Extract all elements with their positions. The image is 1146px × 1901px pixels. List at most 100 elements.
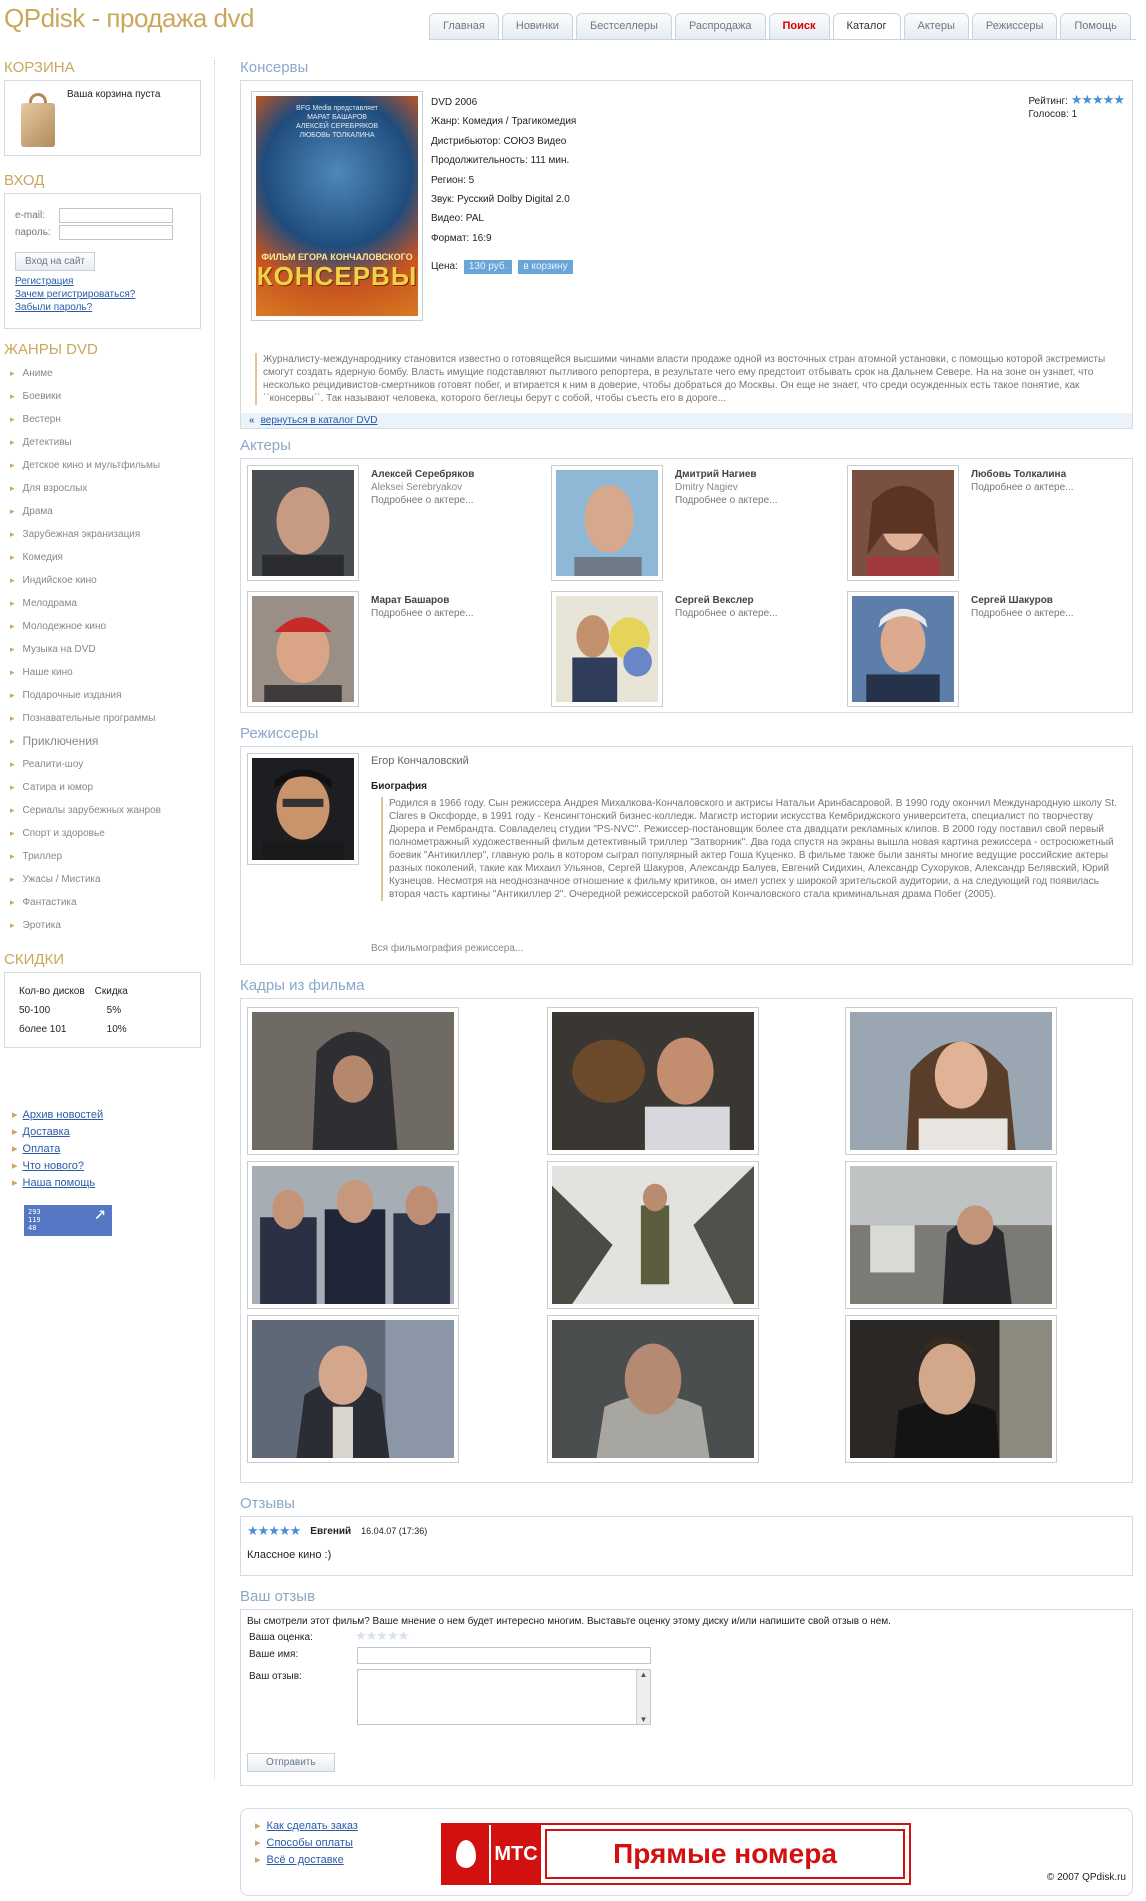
filmography-link[interactable]: Вся фильмография режиссера... [371, 943, 523, 954]
why-register-link[interactable]: Зачем регистрироваться? [15, 288, 192, 301]
register-link[interactable]: Регистрация [15, 275, 192, 288]
actor-name[interactable]: Сергей Шакуров [971, 595, 1053, 607]
genre-item[interactable]: ▸ Боевики [10, 385, 205, 408]
actor-name[interactable]: Дмитрий Нагиев [675, 469, 757, 481]
still-image [850, 1012, 1052, 1150]
login-button[interactable]: Вход на сайт [15, 252, 95, 271]
tab-search[interactable]: Поиск [768, 13, 830, 39]
visitor-counter[interactable]: 293 119 48 ↗ [24, 1202, 112, 1236]
actor-name[interactable]: Марат Башаров [371, 595, 449, 607]
actor-card[interactable]: Марат Башаров Подробнее о актере... [247, 591, 547, 707]
whats-new-link[interactable]: Что нового? [23, 1160, 84, 1172]
genre-item[interactable]: ▸ Наше кино [10, 661, 205, 684]
mts-banner[interactable]: МТС Прямые номера [441, 1823, 911, 1885]
genre-item[interactable]: ▸ Триллер [10, 845, 205, 868]
genre-item[interactable]: ▸ Индийское кино [10, 569, 205, 592]
genre-item[interactable]: ▸ Детективы [10, 431, 205, 454]
info-line: Жанр: Комедия / Трагикомедия [431, 116, 577, 128]
film-still[interactable] [547, 1315, 759, 1463]
password-field[interactable] [59, 225, 173, 240]
film-still[interactable] [547, 1161, 759, 1309]
payment-link[interactable]: Оплата [23, 1143, 61, 1155]
actor-card[interactable]: Дмитрий Нагиев Dmitry Nagiev Подробнее о… [551, 465, 851, 581]
name-input[interactable] [357, 1647, 651, 1664]
genre-item[interactable]: ▸ Для взрослых [10, 477, 205, 500]
textarea-scrollbar[interactable]: ▲ ▼ [636, 1670, 650, 1724]
submit-review-button[interactable]: Отправить [247, 1753, 335, 1772]
genre-item[interactable]: ▸ Спорт и здоровье [10, 822, 205, 845]
still-image [252, 1012, 454, 1150]
actor-card[interactable]: Сергей Шакуров Подробнее о актере... [847, 591, 1146, 707]
actor-card[interactable]: Любовь Толкалина Подробнее о актере... [847, 465, 1146, 581]
scroll-down-icon[interactable]: ▼ [637, 1715, 650, 1724]
genre-item[interactable]: ▸ Сериалы зарубежных жанров [10, 799, 205, 822]
genre-item[interactable]: ▸ Музыка на DVD [10, 638, 205, 661]
actor-more-link[interactable]: Подробнее о актере... [971, 608, 1074, 619]
genre-item[interactable]: ▸ Молодежное кино [10, 615, 205, 638]
genre-item[interactable]: ▸ Детское кино и мультфильмы [10, 454, 205, 477]
delivery-info-link[interactable]: Всё о доставке [267, 1854, 344, 1866]
rating-input-stars-icon[interactable]: ★★★★★ [355, 1628, 409, 1644]
review-date: 16.04.07 (17:36) [361, 1526, 428, 1536]
genre-item[interactable]: ▸ Драма [10, 500, 205, 523]
back-to-catalog-link[interactable]: вернуться в каталог DVD [261, 415, 378, 426]
actor-photo [556, 470, 658, 576]
scroll-up-icon[interactable]: ▲ [637, 1670, 650, 1679]
genre-item[interactable]: ▸ Комедия [10, 546, 205, 569]
actor-name[interactable]: Алексей Серебряков [371, 469, 474, 481]
genre-item[interactable]: ▸ Фантастика [10, 891, 205, 914]
add-to-cart-button[interactable]: в корзину [518, 259, 573, 274]
discount-cell: 5% [106, 1005, 122, 1016]
film-still[interactable] [247, 1161, 459, 1309]
genre-item[interactable]: ▸ Вестерн [10, 408, 205, 431]
genre-item[interactable]: ▸ Познавательные программы [10, 707, 205, 730]
actor-more-link[interactable]: Подробнее о актере... [371, 495, 474, 506]
genre-item[interactable]: ▸ Подарочные издания [10, 684, 205, 707]
genre-item[interactable]: ▸ Сатира и юмор [10, 776, 205, 799]
genre-item[interactable]: ▸ Приключения [10, 730, 205, 753]
tab-help[interactable]: Помощь [1060, 13, 1131, 39]
genre-item[interactable]: ▸ Аниме [10, 362, 205, 385]
film-still[interactable] [845, 1315, 1057, 1463]
film-still[interactable] [845, 1007, 1057, 1155]
movie-poster[interactable]: BFG Media представляет МАРАТ БАШАРОВ АЛЕ… [251, 91, 423, 321]
actor-more-link[interactable]: Подробнее о актере... [971, 482, 1074, 493]
actor-card[interactable]: Сергей Векслер Подробнее о актере... [551, 591, 851, 707]
film-still[interactable] [247, 1315, 459, 1463]
actor-more-link[interactable]: Подробнее о актере... [675, 608, 778, 619]
our-help-link[interactable]: Наша помощь [23, 1177, 96, 1189]
tab-actors[interactable]: Актеры [903, 13, 969, 39]
film-still[interactable] [247, 1007, 459, 1155]
genre-item[interactable]: ▸ Зарубежная экранизация [10, 523, 205, 546]
genre-item[interactable]: ▸ Ужасы / Мистика [10, 868, 205, 891]
director-name[interactable]: Егор Кончаловский [371, 755, 469, 767]
review-textarea[interactable]: ▲ ▼ [357, 1669, 651, 1725]
director-photo-image [252, 758, 354, 860]
actor-card[interactable]: Алексей Серебряков Aleksei Serebryakov П… [247, 465, 547, 581]
tab-new[interactable]: Новинки [501, 13, 573, 39]
genre-item[interactable]: ▸ Реалити-шоу [10, 753, 205, 776]
tab-catalog[interactable]: Каталог [832, 13, 901, 40]
tab-sale[interactable]: Распродажа [674, 13, 766, 39]
poster-credits: BFG Media представляет МАРАТ БАШАРОВ АЛЕ… [295, 105, 379, 139]
film-still[interactable] [845, 1161, 1057, 1309]
how-to-order-link[interactable]: Как сделать заказ [267, 1820, 358, 1832]
actor-name[interactable]: Сергей Векслер [675, 595, 754, 607]
actor-more-link[interactable]: Подробнее о актере... [675, 495, 778, 506]
site-logo[interactable]: QPdisk - продажа dvd [4, 3, 254, 34]
tab-directors[interactable]: Режиссеры [971, 13, 1058, 39]
tab-home[interactable]: Главная [429, 13, 499, 39]
review-text: Классное кино :) [247, 1549, 332, 1561]
director-photo[interactable] [247, 753, 359, 865]
forgot-password-link[interactable]: Забыли пароль? [15, 301, 192, 314]
genre-item[interactable]: ▸ Эротика [10, 914, 205, 937]
film-still[interactable] [547, 1007, 759, 1155]
genre-item[interactable]: ▸ Мелодрама [10, 592, 205, 615]
actor-more-link[interactable]: Подробнее о актере... [371, 608, 474, 619]
payment-methods-link[interactable]: Способы оплаты [267, 1837, 353, 1849]
tab-bestsellers[interactable]: Бестселлеры [575, 13, 672, 39]
delivery-link[interactable]: Доставка [23, 1126, 70, 1138]
news-archive-link[interactable]: Архив новостей [23, 1109, 104, 1121]
actor-name[interactable]: Любовь Толкалина [971, 469, 1066, 481]
email-field[interactable] [59, 208, 173, 223]
